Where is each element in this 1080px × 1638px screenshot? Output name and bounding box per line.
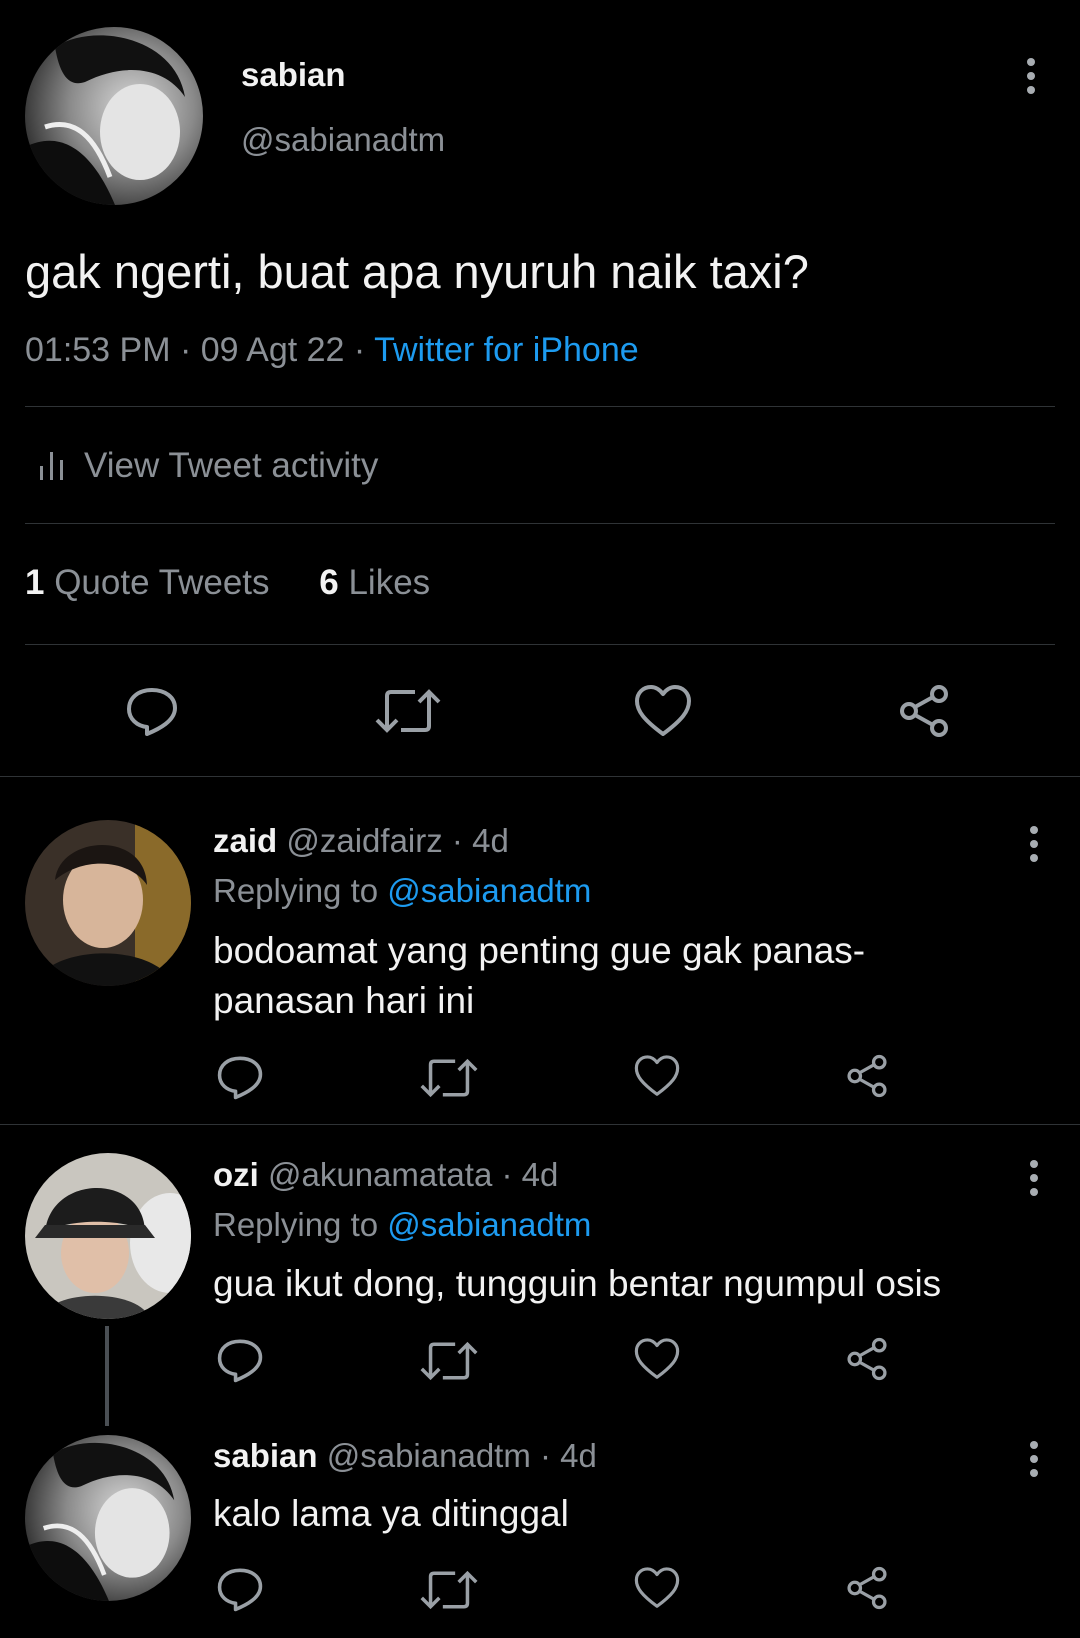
share-icon[interactable]	[845, 1337, 889, 1381]
likes-stat[interactable]: 6 Likes	[319, 563, 430, 602]
quote-tweets-stat[interactable]: 1 Quote Tweets	[25, 563, 279, 602]
share-icon[interactable]	[845, 1054, 889, 1098]
more-vertical-icon[interactable]	[1027, 1160, 1041, 1202]
reply-text-line-1: bodoamat yang penting gue gak panas-	[213, 930, 866, 971]
heart-icon[interactable]	[634, 1566, 680, 1610]
tweet-source-link[interactable]: Twitter for iPhone	[374, 331, 639, 369]
replying-to: Replying to @sabianadtm	[213, 872, 591, 910]
meta-separator: ·	[179, 331, 192, 369]
replying-to: Replying to @sabianadtm	[213, 1206, 591, 1244]
more-vertical-icon[interactable]	[1027, 1441, 1041, 1483]
tweet-time: 01:53 PM	[25, 331, 171, 369]
reply-header: ozi @akunamatata · 4d	[213, 1156, 558, 1194]
reply-age: 4d	[472, 822, 509, 859]
tweet-text: gak ngerti, buat apa nyuruh naik taxi?	[25, 245, 809, 298]
author-handle[interactable]: @sabianadtm	[241, 121, 445, 159]
reply-text-line-1: kalo lama ya ditinggal	[213, 1493, 569, 1534]
retweet-icon[interactable]	[420, 1056, 478, 1100]
reply-header: zaid @zaidfairz · 4d	[213, 822, 509, 860]
reply-avatar[interactable]	[25, 1153, 191, 1319]
reply-icon[interactable]	[216, 1053, 264, 1101]
tweet-date: 09 Agt 22	[200, 331, 345, 369]
meta-separator: ·	[353, 331, 366, 369]
author-avatar[interactable]	[25, 27, 203, 205]
reply-header: sabian @sabianadtm · 4d	[213, 1437, 597, 1475]
reply-icon[interactable]	[216, 1336, 264, 1384]
more-vertical-icon[interactable]	[1027, 826, 1041, 868]
retweet-icon[interactable]	[375, 686, 441, 736]
meta-separator: ·	[451, 822, 463, 859]
reply-handle[interactable]: @zaidfairz	[286, 822, 442, 859]
reply-avatar[interactable]	[25, 1435, 191, 1601]
more-vertical-icon[interactable]	[1024, 58, 1038, 100]
share-icon[interactable]	[897, 684, 951, 738]
retweet-icon[interactable]	[420, 1568, 478, 1612]
reply-display-name[interactable]: zaid	[213, 822, 277, 859]
reply-icon[interactable]	[216, 1565, 264, 1613]
reply-handle[interactable]: @sabianadtm	[327, 1437, 531, 1474]
reply-text-line-1: gua ikut dong, tungguin bentar ngumpul o…	[213, 1263, 942, 1304]
reply-handle[interactable]: @akunamatata	[268, 1156, 492, 1193]
retweet-icon[interactable]	[420, 1339, 478, 1383]
reply-icon[interactable]	[125, 684, 179, 738]
replying-to-link[interactable]: @sabianadtm	[387, 872, 591, 909]
reply-display-name[interactable]: sabian	[213, 1437, 318, 1474]
heart-icon[interactable]	[634, 684, 692, 738]
quote-label: Quote Tweets	[54, 563, 270, 602]
meta-separator: ·	[540, 1437, 551, 1474]
like-count: 6	[319, 563, 339, 602]
reply-display-name[interactable]: ozi	[213, 1156, 259, 1193]
heart-icon[interactable]	[634, 1054, 680, 1098]
view-activity-label: View Tweet activity	[84, 446, 379, 485]
tweet-stats: 1 Quote Tweets 6 Likes	[25, 563, 430, 603]
like-label: Likes	[348, 563, 431, 602]
replying-label: Replying to	[213, 1206, 379, 1243]
bar-chart-icon	[38, 448, 66, 487]
tweet-meta: 01:53 PM · 09 Agt 22 · Twitter for iPhon…	[25, 331, 639, 370]
reply-age: 4d	[521, 1156, 559, 1193]
share-icon[interactable]	[845, 1566, 889, 1610]
reply-text-line-2: panasan hari ini	[213, 980, 475, 1021]
replying-label: Replying to	[213, 872, 379, 909]
reply-avatar[interactable]	[25, 820, 191, 986]
replying-to-link[interactable]: @sabianadtm	[387, 1206, 591, 1243]
heart-icon[interactable]	[634, 1337, 680, 1381]
reply-age: 4d	[560, 1437, 597, 1474]
meta-separator: ·	[501, 1156, 513, 1193]
thread-connector	[105, 1326, 109, 1426]
quote-count: 1	[25, 563, 45, 602]
author-display-name[interactable]: sabian	[241, 56, 346, 94]
